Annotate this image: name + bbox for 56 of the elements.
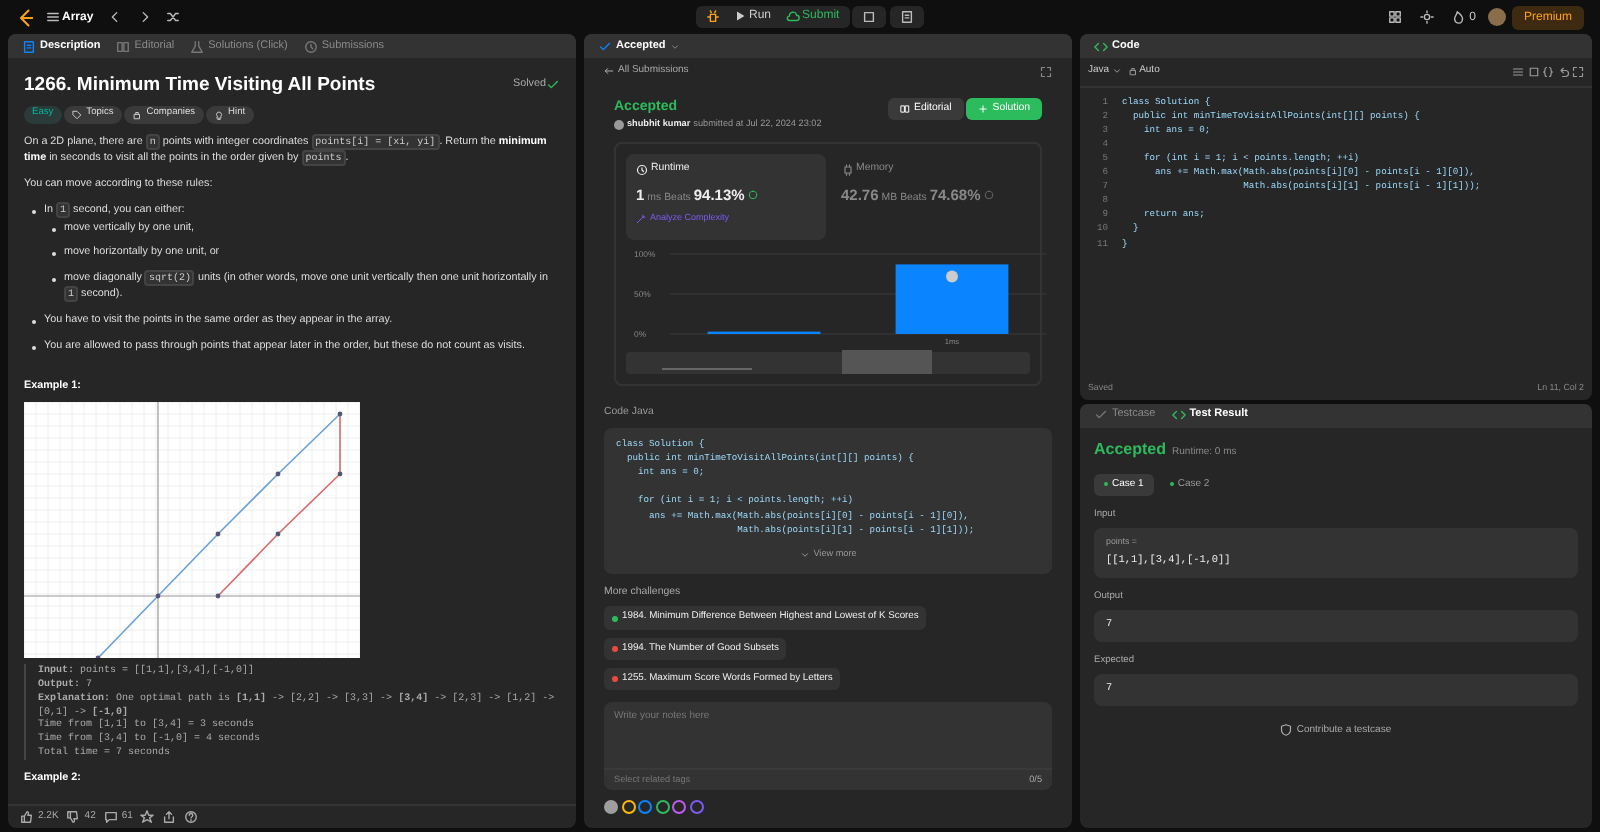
thumbs-down-icon	[66, 810, 81, 824]
undo-icon	[1557, 65, 1569, 78]
shield-icon	[1280, 724, 1293, 737]
color-swatch[interactable]	[604, 800, 618, 815]
caret-icon	[669, 41, 680, 51]
color-swatch[interactable]	[655, 800, 669, 815]
flask-icon	[190, 39, 205, 53]
result-status: Accepted	[1094, 437, 1167, 461]
document-icon	[22, 39, 36, 53]
clock-icon	[303, 39, 318, 53]
upload-icon	[785, 9, 800, 24]
lines-icon	[1512, 65, 1524, 78]
square-icon	[1527, 65, 1539, 78]
code-icon	[1094, 39, 1108, 53]
book-icon	[900, 103, 910, 114]
caret-icon	[1111, 66, 1122, 77]
chevron-right-icon	[137, 9, 152, 24]
tag-icon	[72, 110, 83, 121]
book-icon	[116, 39, 131, 53]
lock-icon	[1127, 66, 1138, 77]
color-swatch[interactable]	[621, 800, 635, 815]
avatar-icon	[614, 119, 624, 130]
problem-title: 1266. Minimum Time Visiting All Points	[24, 74, 376, 97]
check-icon	[1094, 408, 1108, 422]
clock-icon	[636, 163, 648, 176]
thumbs-up-icon	[20, 810, 34, 824]
check-icon	[598, 39, 612, 53]
code-icon	[1171, 408, 1186, 422]
globe-icon	[747, 189, 758, 200]
document-icon	[899, 9, 914, 24]
lightbulb-icon	[214, 110, 225, 121]
avatar-icon	[946, 270, 958, 283]
bar[interactable]	[895, 264, 1009, 335]
plus-icon	[978, 103, 989, 114]
expand-icon	[1040, 65, 1052, 78]
expand-icon	[1572, 65, 1584, 78]
globe-icon	[983, 189, 994, 200]
chevron-left-icon	[108, 9, 123, 24]
caret-icon	[799, 549, 810, 560]
play-icon	[734, 10, 746, 23]
braces-icon	[1542, 65, 1554, 78]
color-swatch[interactable]	[689, 800, 703, 815]
check-icon	[546, 78, 560, 93]
lock-icon	[132, 110, 143, 121]
color-swatch[interactable]	[638, 800, 652, 815]
flame-icon	[1452, 10, 1467, 24]
avatar-icon[interactable]	[1487, 8, 1506, 26]
logo-icon	[16, 7, 36, 27]
comment-icon	[103, 810, 118, 824]
magic-wand-icon	[636, 214, 646, 225]
menu-icon	[45, 10, 59, 24]
square-icon	[862, 9, 877, 24]
microchip-icon	[841, 163, 853, 176]
bug-icon	[706, 9, 720, 24]
color-swatch[interactable]	[672, 800, 686, 815]
back-arrow-icon	[604, 66, 614, 77]
